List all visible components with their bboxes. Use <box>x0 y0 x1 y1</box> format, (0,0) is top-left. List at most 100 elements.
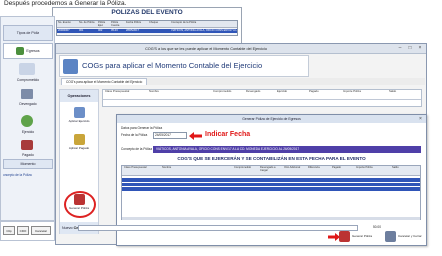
indicar-fecha-annotation: Indicar Fecha <box>205 131 251 138</box>
row-no-evento: 20000007 <box>58 29 70 32</box>
col-no-evento[interactable]: No. Evento <box>58 21 78 28</box>
col-cheque[interactable]: Cheque <box>149 21 169 28</box>
comprometido-label: Comprometido <box>16 78 40 82</box>
momento-label: Momento <box>20 162 36 166</box>
cogs-grid: Clave Presupuestal Nombre Comprometido D… <box>121 165 421 220</box>
cogs-titlebar: COG'S a los que se les puede aplicar el … <box>56 44 426 54</box>
col-concepto[interactable]: Concepto de la Póliza <box>171 21 237 28</box>
row-concepto: VIÁTICOS, ANTONIA AYALA, OFICIO CONS ENV… <box>171 29 237 32</box>
egresos-button[interactable]: Egresos <box>3 43 53 59</box>
dialog-close-icon[interactable]: × <box>417 115 424 123</box>
concepto-label: oncepto de la Póliza <box>3 173 32 177</box>
cancelar-mini-button[interactable]: Cancelar <box>31 226 51 235</box>
grid-col-clave[interactable]: Clave Presupuestal <box>124 166 154 176</box>
aplicar-pagado-button[interactable]: Aplicar Pagado <box>64 134 94 156</box>
egresos-icon <box>16 47 25 55</box>
bg-col-nombre[interactable]: Nombre <box>149 90 209 99</box>
generar-poliza-label: Generar Póliza <box>352 234 373 238</box>
grid-col-pagado[interactable]: Pagado <box>332 166 352 176</box>
generar-poliza-icon <box>339 230 350 242</box>
fecha-value: 24/05/2017 <box>155 133 171 137</box>
annotation-circle <box>64 191 96 218</box>
cogs-header-title: COGs para aplicar el Momento Contable de… <box>82 61 263 70</box>
bg-col-devengado[interactable]: Devengado <box>246 90 274 99</box>
fecha-input[interactable]: 24/05/2017 <box>153 132 187 139</box>
aplicar-pagado-label: Aplicar Pagado <box>68 146 90 150</box>
bg-col-importe[interactable]: Importe Póliza <box>343 90 379 99</box>
table-row[interactable] <box>122 178 420 182</box>
momento-button[interactable]: Momento <box>3 159 53 169</box>
devengado-icon[interactable] <box>21 89 33 99</box>
cancelar-cerrar-button[interactable]: Cancelar y Cerrar <box>385 228 423 244</box>
cogs-header: COGs para aplicar el Momento Contable de… <box>59 55 309 77</box>
concepto-poliza-input[interactable]: VIÁTICOS, ANTONIA AYALA, OFICIO CONS ENV… <box>153 146 421 153</box>
maximize-icon[interactable]: □ <box>406 45 414 52</box>
polizas-title: POLIZAS DEL EVENTO <box>111 9 183 16</box>
grid-col-importe[interactable]: Importe Póliza <box>356 166 386 176</box>
pagado-icon[interactable] <box>21 140 33 150</box>
pagado-label: Pagado <box>22 153 34 157</box>
bg-col-pagado[interactable]: Pagado <box>309 90 333 99</box>
polizas-table: No. Evento No. de Póliza Póliza Ejec Pól… <box>56 20 238 36</box>
table-row[interactable] <box>122 182 420 186</box>
left-sidebar: Tipos de Póliz Egresos Comprometido Deve… <box>0 16 55 221</box>
close-icon[interactable]: × <box>416 45 424 52</box>
col-poliza-cuenta[interactable]: Póliza Cuenta <box>111 21 125 28</box>
row-poliza-cuenta: 05-03 <box>111 29 118 32</box>
tab-cogs[interactable]: COG's para aplicar el Momento Contable d… <box>61 78 148 85</box>
col-fecha-poliza[interactable]: Fecha Póliza <box>126 21 148 28</box>
row-fecha-poliza: 28/05/2017 <box>126 29 139 32</box>
row-cheque <box>149 29 169 33</box>
cogs-window-title: COG'S a los que se les puede aplicar el … <box>145 47 267 51</box>
col-poliza-ejec[interactable]: Póliza Ejec <box>98 21 110 28</box>
tipos-poliza-label: Tipos de Póliz <box>16 31 40 35</box>
devengado-label: Devengado <box>19 102 37 106</box>
comprometido-icon[interactable] <box>19 63 35 75</box>
polizas-table-header: No. Evento No. de Póliza Póliza Ejec Pól… <box>57 21 237 28</box>
egresos-label: Egresos <box>26 49 40 53</box>
grid-col-saldo[interactable]: Saldo <box>392 166 416 176</box>
nuevo-input[interactable] <box>78 225 358 231</box>
grid-col-comprometido[interactable]: Comprometido <box>234 166 258 176</box>
cogs-table: Clave Presupuestal Nombre Comprometido D… <box>102 89 422 107</box>
table-row[interactable] <box>122 187 420 191</box>
cancelar-label: Cancelar y Cerrar <box>398 234 422 238</box>
clip-button[interactable]: Clip <box>3 226 15 235</box>
annotation-arrow-icon <box>189 131 202 140</box>
caption: Después procedemos a Generar la Póliza. <box>4 0 127 7</box>
operaciones-panel: Operaciones Aplicar Ejercido Aplicar Pag… <box>59 89 99 234</box>
ejercido-op-icon <box>73 107 85 118</box>
aplicar-ejercido-label: Aplicar Ejercido <box>68 119 90 123</box>
nuevo-label: Nuevo: <box>62 226 74 230</box>
fecha-label: Fecha de la Póliza <box>121 133 148 137</box>
bg-col-comprometido[interactable]: Comprometido <box>213 90 243 99</box>
tipos-poliza-header: Tipos de Póliz <box>3 25 53 41</box>
grid-col-devengado[interactable]: Devengado a Cargar <box>260 166 282 176</box>
bg-col-saldo[interactable]: Saldo <box>389 90 417 99</box>
cogs-section-title: COG'S QUE SE EJERCERÁN Y SE CONTABILIZÁN… <box>177 156 366 161</box>
operaciones-header: Operaciones <box>60 90 98 102</box>
bg-col-clave[interactable]: Clave Presupuestal <box>105 90 145 99</box>
col-no-poliza[interactable]: No. de Póliza <box>79 21 97 28</box>
minimize-icon[interactable]: – <box>396 45 404 52</box>
row-poliza-ejec: 002 <box>98 29 103 32</box>
grid-col-otro[interactable]: Otro Adicional <box>284 166 306 176</box>
cdo-button[interactable]: CDO <box>17 226 29 235</box>
aplicar-ejercido-button[interactable]: Aplicar Ejercido <box>64 107 94 129</box>
ejercido-label: Ejercido <box>21 130 35 134</box>
row-no-poliza: 001 <box>79 29 84 32</box>
ejercido-icon[interactable] <box>21 115 33 127</box>
dialog-title: Generar Póliza de Ejercido de Egresos <box>117 115 426 123</box>
bottom-left-panel: Clip CDO Cancelar <box>0 221 55 241</box>
grid-col-nombre[interactable]: Nombre <box>162 166 202 176</box>
table-row[interactable]: 20000007 001 002 05-03 28/05/2017 VIÁTIC… <box>57 29 237 33</box>
concepto-poliza-label: Concepto de la Póliza <box>121 147 153 151</box>
bg-col-ejercido[interactable]: Ejercido <box>277 90 303 99</box>
grid-scrollbar[interactable] <box>122 217 420 220</box>
app-logo-icon <box>63 59 78 74</box>
datos-label: Datos para Generar la Póliza <box>121 126 163 130</box>
total-saldo: 50.00 <box>373 225 381 229</box>
grid-col-diferencia[interactable]: Diferencia <box>308 166 328 176</box>
tabbar: COG's para aplicar el Momento Contable d… <box>59 78 425 85</box>
cancelar-icon <box>385 230 396 242</box>
